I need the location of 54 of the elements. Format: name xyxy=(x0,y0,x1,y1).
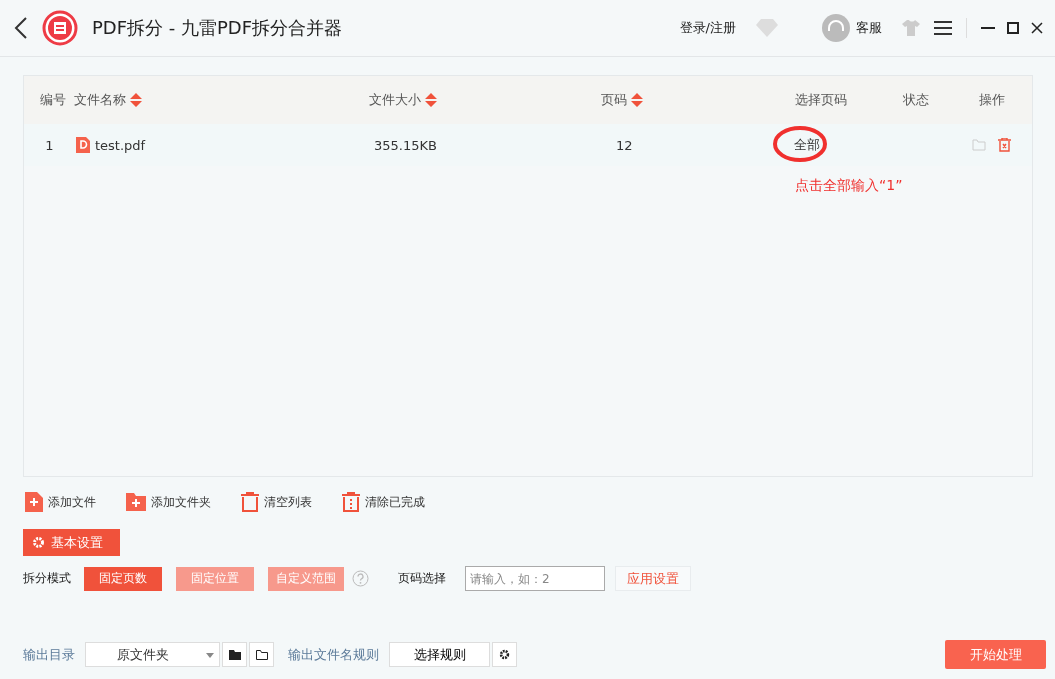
sort-icon[interactable] xyxy=(631,93,643,107)
column-header: 选择页码 xyxy=(795,91,847,109)
sort-icon[interactable] xyxy=(425,93,437,107)
rule-settings-button[interactable] xyxy=(492,642,517,667)
output-dir-label: 输出目录 xyxy=(23,645,75,664)
maximize-icon[interactable] xyxy=(1007,22,1019,34)
mode-button[interactable]: 固定页数 xyxy=(84,566,162,591)
table-cell: 355.15KB xyxy=(374,137,437,153)
login-link[interactable]: 登录/注册 xyxy=(679,19,736,37)
gear-icon xyxy=(32,536,45,549)
back-icon[interactable] xyxy=(14,16,28,40)
filename-rule-label: 输出文件名规则 xyxy=(288,645,379,664)
toolbar-action[interactable]: 添加文件夹 xyxy=(126,492,211,512)
app-logo-icon xyxy=(42,10,78,46)
toolbar-action[interactable]: 添加文件 xyxy=(25,492,96,512)
trash-icon xyxy=(241,492,259,512)
open-folder-button[interactable] xyxy=(249,642,274,667)
column-header[interactable]: 页码 xyxy=(601,91,627,109)
toolbar-action[interactable]: 清除已完成 xyxy=(342,492,425,512)
add-folder-icon xyxy=(126,493,146,511)
split-mode-label: 拆分模式 xyxy=(23,570,71,587)
toolbar-action[interactable]: 清空列表 xyxy=(241,492,312,512)
column-header[interactable]: 文件大小 xyxy=(369,91,421,109)
table-cell: 12 xyxy=(616,137,633,153)
sort-icon[interactable] xyxy=(130,93,142,107)
output-dir-select[interactable]: 原文件夹 xyxy=(85,642,220,667)
highlight-ellipse xyxy=(772,124,828,164)
settings-tab[interactable]: 基本设置 xyxy=(23,529,120,556)
menu-icon[interactable] xyxy=(934,21,952,35)
column-header: 编号 xyxy=(39,91,66,109)
folder-icon xyxy=(228,649,241,660)
caret-icon xyxy=(206,653,214,658)
gear-icon xyxy=(499,649,510,660)
choose-rule-button[interactable]: 选择规则 xyxy=(389,642,490,667)
folder-button[interactable] xyxy=(222,642,247,667)
folder-icon xyxy=(255,649,268,660)
annotation-text: 点击全部输入“1” xyxy=(795,177,903,195)
customer-service-link[interactable]: 客服 xyxy=(856,19,882,37)
column-header: 状态 xyxy=(903,91,929,109)
close-icon[interactable] xyxy=(1031,22,1043,34)
column-header[interactable]: 文件名称 xyxy=(74,91,126,109)
trash-icon xyxy=(342,492,360,512)
add-file-icon xyxy=(25,492,43,512)
delete-icon[interactable] xyxy=(998,138,1011,152)
page-select-label: 页码选择 xyxy=(398,570,446,587)
settings-title: 基本设置 xyxy=(51,533,103,552)
page-input[interactable]: 请输入，如：2 xyxy=(465,566,605,591)
pdf-file-icon xyxy=(76,137,90,153)
window-title: PDF拆分 - 九雷PDF拆分合并器 xyxy=(92,16,344,40)
help-icon[interactable] xyxy=(352,570,369,587)
table-cell: test.pdf xyxy=(95,137,146,153)
column-header: 操作 xyxy=(978,91,1005,109)
table-cell: 1 xyxy=(45,137,54,153)
headset-avatar-icon[interactable] xyxy=(822,14,850,42)
